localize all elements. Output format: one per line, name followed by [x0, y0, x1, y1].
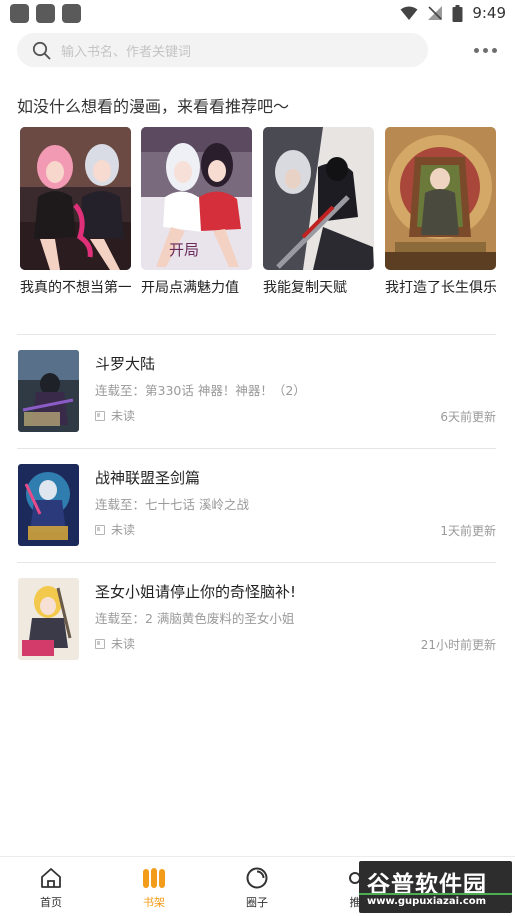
home-icon [38, 865, 64, 891]
comic-cover [18, 578, 79, 660]
shelf-list-item[interactable]: 战神联盟圣剑篇 连载至：七十七话 溪岭之战 未读 1天前更新 [0, 464, 515, 564]
svg-text:开局: 开局 [169, 241, 199, 259]
read-status: 未读 [95, 521, 135, 538]
recommend-title: 我真的不想当第一仙尊 [20, 280, 131, 296]
nav-label: 首页 [40, 896, 62, 909]
recommend-heading: 如没什么想看的漫画，来看看推荐吧～ [17, 97, 290, 116]
nav-label: 圈子 [246, 896, 268, 909]
unread-icon [95, 638, 105, 649]
read-status-label: 未读 [111, 523, 136, 537]
search-placeholder: 输入书名、作者关键词 [61, 44, 192, 60]
recommend-card[interactable]: 我能复制天赋 [263, 127, 374, 297]
notification-icon [62, 4, 81, 23]
section-divider [17, 334, 496, 335]
more-options-button[interactable] [470, 40, 500, 60]
shelf-item-updated: 1天前更新 [440, 524, 496, 538]
read-status: 未读 [95, 635, 135, 652]
comic-cover [20, 127, 131, 270]
nav-item-bookshelf[interactable]: 书架 [119, 865, 189, 910]
recommend-title: 我打造了长生俱乐部 [385, 280, 496, 296]
recommend-card[interactable]: 我打造了长生俱乐部 [385, 127, 496, 297]
list-divider [17, 562, 496, 563]
watermark-logo: 谷普软件园 www.gupuxiazai.com [359, 861, 512, 913]
shelf-item-title: 战神联盟圣剑篇 [95, 469, 201, 487]
unread-icon [95, 410, 105, 421]
shelf-item-updated: 21小时前更新 [420, 638, 496, 652]
battery-icon [452, 4, 463, 22]
comic-cover: 开局 [141, 127, 252, 270]
search-input[interactable]: 输入书名、作者关键词 [17, 33, 428, 67]
recommend-card[interactable]: 开局 开局点满魅力值 [141, 127, 252, 297]
shelf-item-progress: 连载至：七十七话 溪岭之战 [95, 497, 249, 512]
nav-item-home[interactable]: 首页 [16, 865, 86, 910]
shelf-item-title: 圣女小姐请停止你的奇怪脑补! [95, 583, 297, 601]
read-status-label: 未读 [111, 637, 136, 651]
watermark-bar [359, 893, 512, 895]
no-signal-icon [428, 6, 443, 20]
unread-icon [95, 524, 105, 535]
list-divider [17, 448, 496, 449]
read-status: 未读 [95, 407, 135, 424]
nav-label: 书架 [143, 896, 165, 909]
shelf-item-updated: 6天前更新 [440, 410, 496, 424]
search-icon [31, 40, 51, 60]
more-dot-icon [473, 47, 479, 53]
comic-cover [18, 464, 79, 546]
shelf-item-title: 斗罗大陆 [95, 355, 156, 373]
recommend-card[interactable]: 我真的不想当第一仙尊 [20, 127, 131, 297]
read-status-label: 未读 [111, 409, 136, 423]
shelf-item-progress: 连载至：第330话 神器！神器！（2） [95, 383, 306, 398]
more-dot-icon [491, 47, 497, 53]
shelf-list-item[interactable]: 斗罗大陆 连载至：第330话 神器！神器！（2） 未读 6天前更新 [0, 350, 515, 450]
notification-icon [36, 4, 55, 23]
nav-item-circle[interactable]: 圈子 [222, 865, 292, 910]
wifi-icon [400, 6, 418, 20]
bookshelf-icon [141, 865, 167, 891]
status-system-icons: 9:49 [400, 4, 506, 22]
recommend-title: 开局点满魅力值 [141, 280, 239, 296]
comic-cover [263, 127, 374, 270]
notification-icon [10, 4, 29, 23]
shelf-item-progress: 连载至：2 满脑黄色废料的圣女小姐 [95, 611, 295, 626]
comic-cover [385, 127, 496, 270]
more-dot-icon [482, 47, 488, 53]
status-time: 9:49 [472, 4, 506, 22]
circle-icon [244, 865, 270, 891]
status-bar: 9:49 [0, 0, 515, 28]
status-notification-icons [10, 4, 81, 23]
comic-cover [18, 350, 79, 432]
recommend-title: 我能复制天赋 [263, 280, 347, 296]
watermark-url: www.gupuxiazai.com [367, 896, 487, 907]
shelf-list-item[interactable]: 圣女小姐请停止你的奇怪脑补! 连载至：2 满脑黄色废料的圣女小姐 未读 21小时… [0, 578, 515, 678]
